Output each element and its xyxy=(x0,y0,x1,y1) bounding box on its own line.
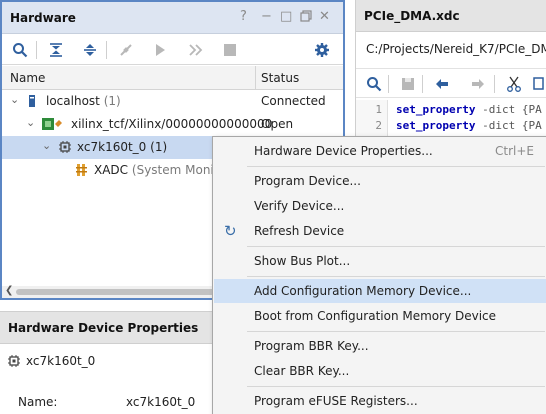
menu-item-refresh-device[interactable]: ↻ Refresh Device xyxy=(214,219,546,243)
line-number: 2 xyxy=(375,119,382,132)
help-button[interactable]: ? xyxy=(240,10,247,24)
column-header-name[interactable]: Name xyxy=(10,71,45,85)
search-icon[interactable] xyxy=(364,74,384,94)
editor-tab-title[interactable]: PCIe_DMA.xdc xyxy=(364,9,460,23)
menu-item-program-bbr-key[interactable]: Program BBR Key... xyxy=(214,334,546,358)
menu-item-show-bus-plot[interactable]: Show Bus Plot... xyxy=(214,249,546,273)
toolbar-separator xyxy=(36,41,37,59)
chip-icon xyxy=(59,141,71,156)
menu-separator xyxy=(247,276,545,277)
search-icon[interactable] xyxy=(10,40,30,60)
auto-connect-icon[interactable] xyxy=(116,40,136,60)
scroll-left-icon[interactable]: ❮ xyxy=(5,285,13,296)
editor-tab-bar: PCIe_DMA.xdc xyxy=(356,0,546,32)
tree-row-target[interactable]: ⌄ xilinx_tcf/Xilinx/00000000000000 Open xyxy=(2,113,343,136)
name-value: xc7k160t_0 xyxy=(126,395,196,409)
maximize-button[interactable]: □ xyxy=(280,10,292,24)
menu-item-boot-from-configuration-memory[interactable]: Boot from Configuration Memory Device xyxy=(214,304,546,328)
host-icon xyxy=(28,95,36,110)
save-icon[interactable] xyxy=(398,74,418,94)
undo-icon[interactable] xyxy=(432,74,452,94)
editor-toolbar xyxy=(356,68,546,98)
hardware-title-bar: Hardware ? − □ ✕ xyxy=(2,2,343,34)
chip-icon xyxy=(8,355,20,370)
properties-title: Hardware Device Properties xyxy=(8,321,199,335)
restore-button[interactable] xyxy=(300,10,312,26)
menu-separator xyxy=(247,166,545,167)
toolbar-separator xyxy=(494,75,495,93)
menu-separator xyxy=(247,331,545,332)
toolbar-separator xyxy=(422,75,423,93)
menu-item-hardware-device-properties[interactable]: Hardware Device Properties... Ctrl+E xyxy=(214,139,546,163)
chevron-down-icon[interactable]: ⌄ xyxy=(42,139,51,152)
status-text: Connected xyxy=(261,94,326,108)
menu-separator xyxy=(247,386,545,387)
collapse-all-icon[interactable] xyxy=(46,40,66,60)
shortcut-text: Ctrl+E xyxy=(495,144,534,158)
expand-all-icon[interactable] xyxy=(80,40,100,60)
hardware-toolbar xyxy=(2,35,343,65)
jtag-target-icon xyxy=(42,118,62,133)
menu-item-add-configuration-memory-device[interactable]: Add Configuration Memory Device... xyxy=(214,279,546,303)
chevron-down-icon[interactable]: ⌄ xyxy=(10,93,19,106)
tree-label: xc7k160t_0 (1) xyxy=(77,140,168,154)
scrollbar-thumb[interactable] xyxy=(16,289,216,295)
context-menu: Hardware Device Properties... Ctrl+E Pro… xyxy=(212,136,546,414)
hardware-title: Hardware xyxy=(10,11,76,25)
column-header-status[interactable]: Status xyxy=(261,71,299,85)
toolbar-separator xyxy=(106,41,107,59)
copy-icon[interactable] xyxy=(530,74,546,94)
menu-item-program-device[interactable]: Program Device... xyxy=(214,169,546,193)
run-all-icon[interactable] xyxy=(186,40,206,60)
menu-separator xyxy=(247,246,545,247)
code-text: set_property -dict {PA xyxy=(396,103,542,116)
tree-row-localhost[interactable]: ⌄ localhost (1) Connected xyxy=(2,90,343,113)
hardware-tree-header: Name Status xyxy=(2,66,343,90)
code-text: set_property -dict {PA xyxy=(396,119,542,132)
menu-item-verify-device[interactable]: Verify Device... xyxy=(214,194,546,218)
stop-icon[interactable] xyxy=(220,40,240,60)
toolbar-separator xyxy=(388,75,389,93)
menu-item-clear-bbr-key[interactable]: Clear BBR Key... xyxy=(214,359,546,383)
menu-item-program-efuse-registers[interactable]: Program eFUSE Registers... xyxy=(214,389,546,413)
device-name: xc7k160t_0 xyxy=(26,354,96,368)
line-number: 1 xyxy=(375,103,382,116)
tree-label: localhost (1) xyxy=(46,94,121,108)
status-text: Open xyxy=(261,117,294,131)
column-divider[interactable] xyxy=(255,66,256,90)
chevron-down-icon[interactable]: ⌄ xyxy=(26,116,35,129)
refresh-icon: ↻ xyxy=(224,222,237,240)
minimize-button[interactable]: − xyxy=(261,10,272,24)
xadc-icon xyxy=(76,164,88,179)
run-icon[interactable] xyxy=(150,40,170,60)
close-button[interactable]: ✕ xyxy=(319,10,330,24)
gear-icon[interactable] xyxy=(312,40,332,60)
file-path: C:/Projects/Nereid_K7/PCIe_DMA xyxy=(366,42,546,56)
cut-icon[interactable] xyxy=(504,74,524,94)
tree-label: xilinx_tcf/Xilinx/00000000000000 xyxy=(71,117,273,131)
redo-icon[interactable] xyxy=(468,74,488,94)
name-label: Name: xyxy=(18,395,58,409)
